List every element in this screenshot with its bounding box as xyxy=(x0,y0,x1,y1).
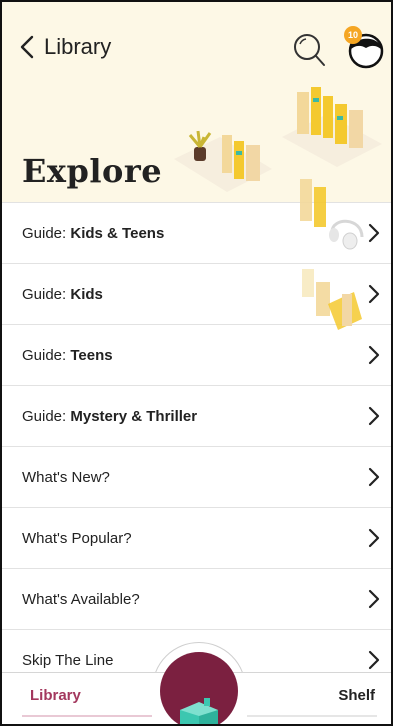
top-bar: Library 10 xyxy=(2,20,391,76)
search-button[interactable] xyxy=(292,32,326,68)
list-item-whats-available[interactable]: What's Available? xyxy=(2,568,391,629)
chevron-right-icon xyxy=(368,528,380,548)
open-book-button[interactable] xyxy=(160,652,238,724)
page-title: Explore xyxy=(22,152,163,190)
list-item-guide-teens[interactable]: Guide: Teens xyxy=(2,324,391,385)
notification-badge: 10 xyxy=(344,26,362,44)
chevron-right-icon xyxy=(368,345,380,365)
back-button[interactable]: Library xyxy=(20,34,111,60)
list-item-label: Skip The Line xyxy=(22,651,114,669)
tab-library[interactable]: Library xyxy=(30,687,81,704)
search-icon xyxy=(294,34,325,66)
list-item-label: Guide: Teens xyxy=(22,346,113,364)
list-item-label: Guide: Kids & Teens xyxy=(22,224,165,242)
list-item-label: Guide: Mystery & Thriller xyxy=(22,407,198,425)
explore-list: Guide: Kids & Teens Guide: Kids Guide: T… xyxy=(2,202,391,690)
list-item-whats-new[interactable]: What's New? xyxy=(2,446,391,507)
back-chevron-icon xyxy=(20,35,34,59)
chevron-right-icon xyxy=(368,223,380,243)
bookshelf-illustration-top xyxy=(282,87,382,167)
app-screen: Library 10 Explore Guide: Kids & Teens G… xyxy=(0,0,393,726)
bookshelf-illustration-plant xyxy=(174,130,272,192)
tab-library-indicator xyxy=(22,715,152,717)
list-item-label: Guide: Kids xyxy=(22,285,103,303)
book-icon xyxy=(180,698,218,724)
list-item-whats-popular[interactable]: What's Popular? xyxy=(2,507,391,568)
list-item-guide-kids[interactable]: Guide: Kids xyxy=(2,263,391,324)
tab-shelf[interactable]: Shelf xyxy=(338,687,375,704)
chevron-right-icon xyxy=(368,406,380,426)
chevron-right-icon xyxy=(368,650,380,670)
explore-header: Library 10 Explore xyxy=(2,2,391,202)
list-item-label: What's Available? xyxy=(22,590,140,608)
list-item-label: What's New? xyxy=(22,468,110,486)
account-button[interactable]: 10 xyxy=(342,26,386,70)
tab-shelf-indicator xyxy=(247,715,377,717)
chevron-right-icon xyxy=(368,589,380,609)
chevron-right-icon xyxy=(368,467,380,487)
chevron-right-icon xyxy=(368,284,380,304)
list-item-guide-kids-teens[interactable]: Guide: Kids & Teens xyxy=(2,202,391,263)
list-item-label: What's Popular? xyxy=(22,529,132,547)
list-item-guide-mystery-thriller[interactable]: Guide: Mystery & Thriller xyxy=(2,385,391,446)
back-label: Library xyxy=(44,34,112,59)
